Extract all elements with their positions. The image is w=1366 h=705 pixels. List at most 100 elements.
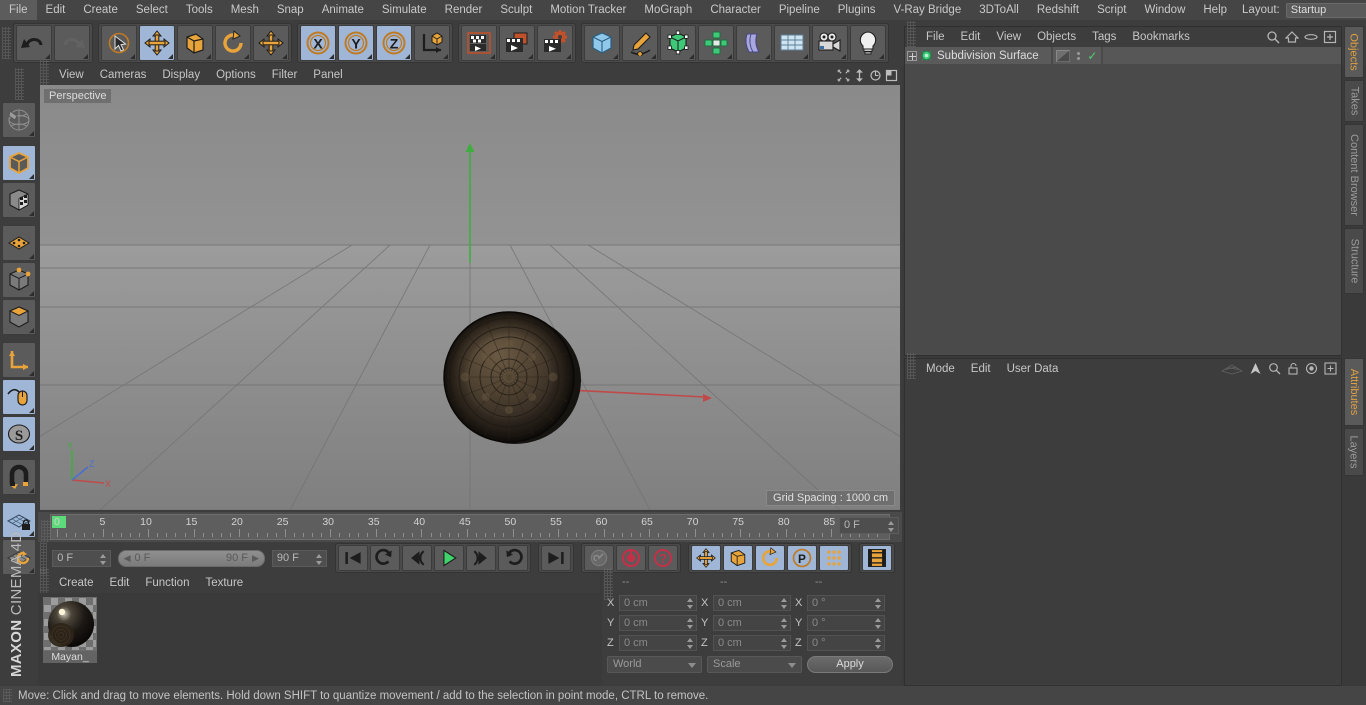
- key-position-icon[interactable]: [691, 545, 721, 571]
- material-preview-swatch[interactable]: [43, 597, 97, 651]
- soft-selection-icon[interactable]: S: [2, 416, 36, 452]
- light-bulb-icon[interactable]: [850, 25, 886, 61]
- range-right-arrow-icon[interactable]: ▶: [248, 553, 259, 564]
- menu-redshift[interactable]: Redshift: [1028, 0, 1088, 20]
- material-menu-create[interactable]: Create: [51, 574, 102, 593]
- material-menu-texture[interactable]: Texture: [197, 574, 251, 593]
- layout-dropdown[interactable]: Startup: [1285, 2, 1366, 18]
- range-left-arrow-icon[interactable]: ◀: [124, 553, 131, 564]
- object-tag-area[interactable]: [1103, 47, 1341, 64]
- loop-back-icon[interactable]: [370, 545, 400, 571]
- undo-icon[interactable]: [16, 25, 52, 61]
- go-to-end-icon[interactable]: [541, 545, 571, 571]
- search-icon[interactable]: [1268, 362, 1281, 378]
- attribute-body[interactable]: [905, 379, 1341, 685]
- mograph-cloner-icon[interactable]: [698, 25, 734, 61]
- menu-character[interactable]: Character: [701, 0, 770, 20]
- dolly-icon[interactable]: [852, 68, 866, 82]
- select-cursor-icon[interactable]: [101, 25, 137, 61]
- expand-plus-icon[interactable]: [907, 50, 917, 61]
- viewport-menu-cameras[interactable]: Cameras: [92, 66, 155, 85]
- coord-rotation-z-field[interactable]: 0 °: [807, 635, 885, 651]
- play-icon[interactable]: [434, 545, 464, 571]
- tab-structure[interactable]: Structure: [1344, 228, 1364, 294]
- make-editable-icon[interactable]: [2, 102, 36, 138]
- menu-create[interactable]: Create: [74, 0, 127, 20]
- object-menu-file[interactable]: File: [918, 27, 953, 47]
- object-list[interactable]: Subdivision Surface ✓: [905, 47, 1341, 355]
- target-icon[interactable]: [1305, 362, 1318, 378]
- viewport-menu-options[interactable]: Options: [208, 66, 264, 85]
- visibility-dots-icon[interactable]: [1077, 51, 1081, 60]
- cube-primitive-icon[interactable]: [584, 25, 620, 61]
- stepper-icon[interactable]: [99, 553, 107, 565]
- loop-forward-icon[interactable]: [498, 545, 528, 571]
- tab-attributes[interactable]: Attributes: [1344, 358, 1364, 426]
- coord-position-y-field[interactable]: 0 cm: [619, 615, 697, 631]
- object-row-subdivision-surface[interactable]: Subdivision Surface ✓: [905, 47, 1341, 64]
- polygons-mode-icon[interactable]: [2, 299, 36, 335]
- stepper-icon[interactable]: [687, 638, 694, 649]
- viewport-menu-filter[interactable]: Filter: [264, 66, 306, 85]
- preview-range-slider[interactable]: ◀ 0 F 90 F ▶: [117, 549, 265, 567]
- viewport-3d[interactable]: Perspective Grid Spacing : 1000 cm Y X Z: [40, 85, 900, 510]
- toolbar-grip[interactable]: [2, 27, 11, 59]
- step-forward-icon[interactable]: [466, 545, 496, 571]
- rotate-icon[interactable]: [215, 25, 251, 61]
- plus-box-icon[interactable]: [1323, 30, 1337, 47]
- timeline-ruler[interactable]: 051015202530354045505560657075808590: [50, 514, 890, 540]
- texture-mode-icon[interactable]: [2, 182, 36, 218]
- coord-mode-dropdown[interactable]: Scale: [707, 655, 802, 673]
- menu-window[interactable]: Window: [1135, 0, 1194, 20]
- tab-layers[interactable]: Layers: [1344, 428, 1364, 476]
- tab-takes[interactable]: Takes: [1344, 80, 1364, 122]
- menu-mesh[interactable]: Mesh: [222, 0, 268, 20]
- edges-mode-icon[interactable]: [2, 262, 36, 298]
- viewport-solo-icon[interactable]: [2, 379, 36, 415]
- apply-button[interactable]: Apply: [807, 655, 893, 673]
- stepper-icon[interactable]: [687, 618, 694, 629]
- stepper-icon[interactable]: [875, 598, 882, 609]
- world-object-coord-icon[interactable]: [414, 25, 450, 61]
- menu-sculpt[interactable]: Sculpt: [491, 0, 541, 20]
- coordinates-grip[interactable]: [604, 567, 613, 600]
- attribute-menu-user-data[interactable]: User Data: [999, 359, 1067, 379]
- object-menu-objects[interactable]: Objects: [1029, 27, 1084, 47]
- menu-plugins[interactable]: Plugins: [829, 0, 885, 20]
- render-region-icon[interactable]: [499, 25, 535, 61]
- status-grip[interactable]: [3, 689, 12, 702]
- environment-icon[interactable]: [774, 25, 810, 61]
- ellipse-icon[interactable]: [1304, 30, 1318, 47]
- stepper-icon[interactable]: [781, 618, 788, 629]
- coord-rotation-x-field[interactable]: 0 °: [807, 595, 885, 611]
- menu-select[interactable]: Select: [127, 0, 177, 20]
- home-icon[interactable]: [1284, 30, 1300, 47]
- coord-system-dropdown[interactable]: World: [607, 655, 702, 673]
- key-pla-icon[interactable]: P: [787, 545, 817, 571]
- start-frame-field[interactable]: 0 F: [52, 549, 111, 567]
- material-item[interactable]: Mayan_: [43, 597, 99, 663]
- viewport-menu-view[interactable]: View: [51, 66, 92, 85]
- stepper-icon[interactable]: [687, 598, 694, 609]
- coord-size-y-field[interactable]: 0 cm: [713, 615, 791, 631]
- object-menu-edit[interactable]: Edit: [953, 27, 989, 47]
- object-menu-bookmarks[interactable]: Bookmarks: [1124, 27, 1198, 47]
- camera-icon[interactable]: [812, 25, 848, 61]
- orbit-icon[interactable]: [868, 68, 882, 82]
- move-icon[interactable]: [139, 25, 175, 61]
- render-settings-icon[interactable]: [537, 25, 573, 61]
- unlock-icon[interactable]: [1287, 362, 1299, 378]
- redo-icon[interactable]: [54, 25, 90, 61]
- grid-plane-icon[interactable]: [1220, 362, 1244, 378]
- menu-help[interactable]: Help: [1194, 0, 1236, 20]
- material-list[interactable]: Mayan_: [38, 593, 600, 686]
- menu-motion-tracker[interactable]: Motion Tracker: [541, 0, 635, 20]
- object-menu-tags[interactable]: Tags: [1084, 27, 1124, 47]
- menu-render[interactable]: Render: [436, 0, 492, 20]
- pan-icon[interactable]: [836, 68, 850, 82]
- timeline-frame-field[interactable]: 0 F: [839, 517, 899, 534]
- viewport-menu-panel[interactable]: Panel: [305, 66, 350, 85]
- maximize-icon[interactable]: [884, 68, 898, 82]
- stepper-icon[interactable]: [888, 521, 895, 532]
- menu-3dtoall[interactable]: 3DToAll: [970, 0, 1028, 20]
